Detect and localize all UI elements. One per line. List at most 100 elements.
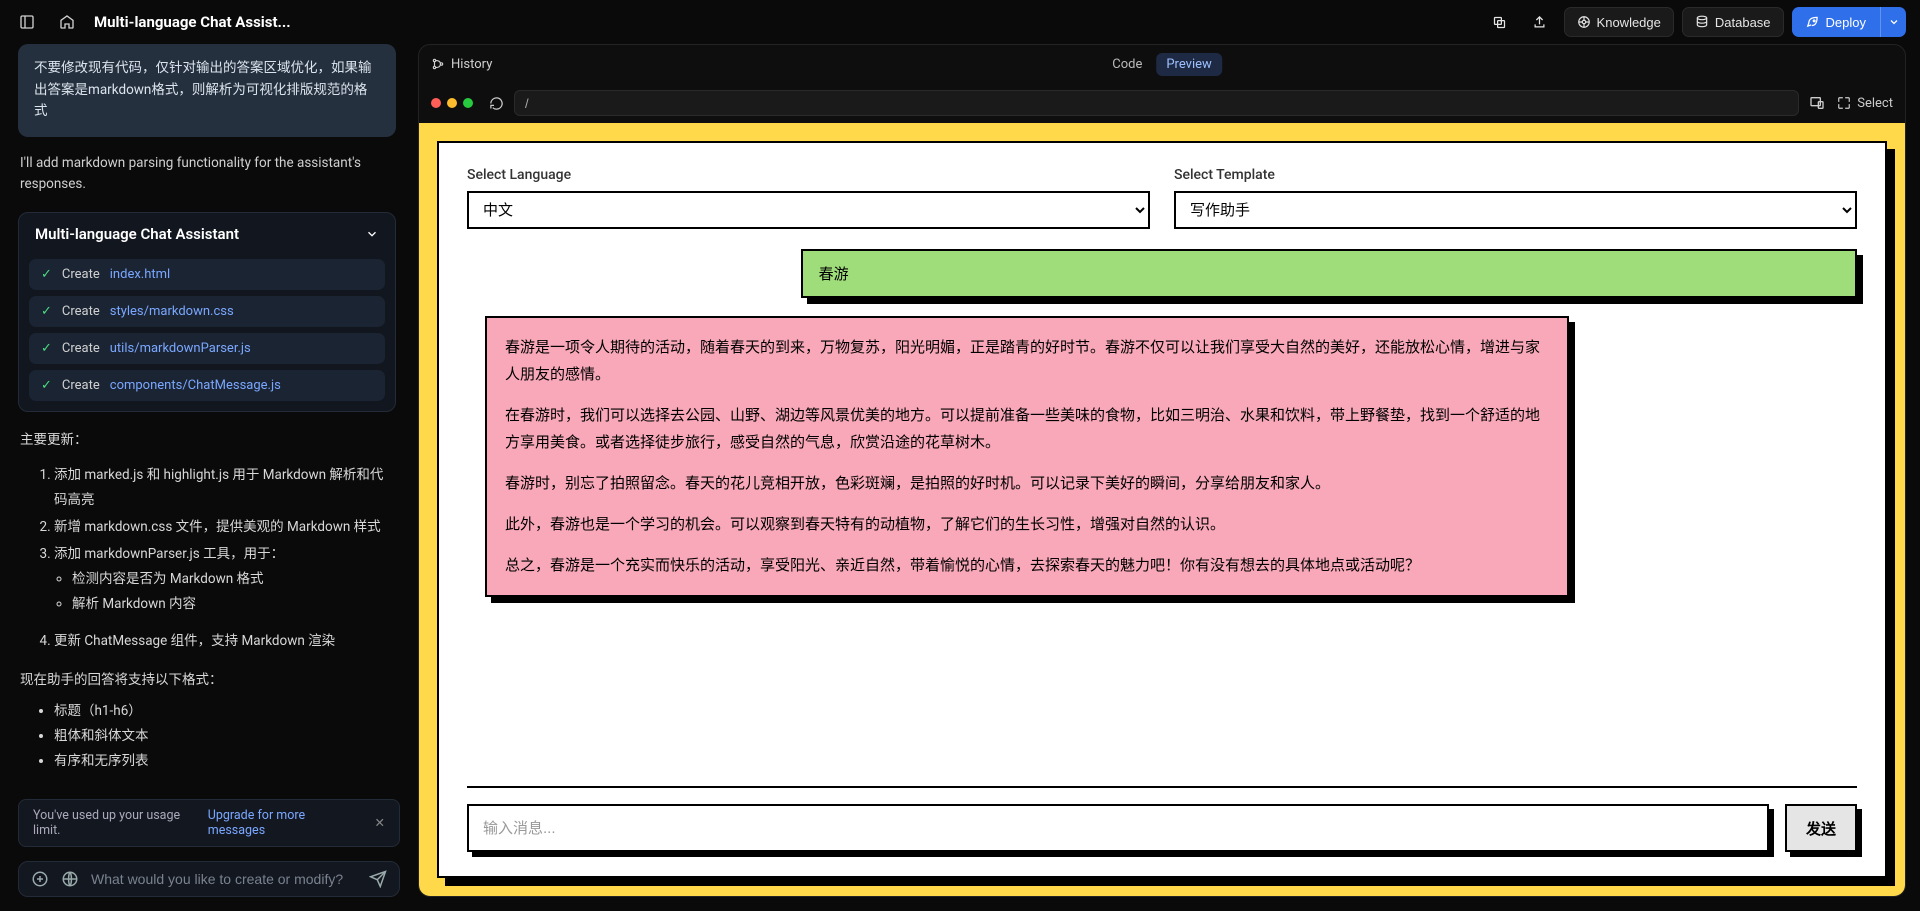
browser-chrome: Select: [419, 83, 1905, 123]
usage-text: You've used up your usage limit.: [33, 808, 208, 838]
page-title: Multi-language Chat Assist...: [94, 13, 291, 31]
language-selector: Select Language 中文: [467, 167, 1150, 229]
list-item: 添加 markdownParser.js 工具，用于： 检测内容是否为 Mark…: [54, 542, 394, 617]
list-item: 标题（h1-h6）: [54, 699, 394, 724]
history-button[interactable]: History: [431, 57, 492, 72]
dot-yellow-icon: [447, 98, 457, 108]
select-button[interactable]: Select: [1837, 96, 1893, 111]
deploy-label: Deploy: [1826, 15, 1866, 30]
deploy-chevron-icon[interactable]: [1880, 7, 1906, 37]
tab-preview[interactable]: Preview: [1156, 53, 1221, 76]
header-left: Multi-language Chat Assist...: [14, 9, 291, 35]
template-label: Select Template: [1174, 167, 1857, 183]
tab-code[interactable]: Code: [1102, 53, 1152, 76]
now-supports: 现在助手的回答将支持以下格式：: [20, 668, 394, 693]
prompt-input[interactable]: [91, 871, 357, 887]
template-select[interactable]: 写作助手: [1174, 191, 1857, 229]
history-label: History: [451, 57, 492, 72]
check-icon: ✓: [41, 267, 52, 282]
check-icon: ✓: [41, 341, 52, 356]
list-item: 解析 Markdown 内容: [72, 592, 394, 617]
tool-action: Create: [62, 341, 100, 356]
usage-banner: You've used up your usage limit. Upgrade…: [18, 799, 400, 847]
deploy-group: Deploy: [1792, 7, 1906, 37]
formats-list: 标题（h1-h6） 粗体和斜体文本 有序和无序列表: [20, 699, 394, 774]
responsive-icon[interactable]: [1809, 95, 1825, 111]
send-button[interactable]: 发送: [1785, 804, 1857, 852]
tool-panel-header[interactable]: Multi-language Chat Assistant: [19, 213, 395, 255]
chrome-right: Select: [1809, 95, 1893, 111]
tool-action: Create: [62, 304, 100, 319]
preview-pane: History Code Preview: [418, 44, 1920, 911]
view-tabs: Code Preview: [1102, 53, 1222, 76]
tool-file: index.html: [110, 267, 170, 282]
deploy-button[interactable]: Deploy: [1792, 7, 1880, 37]
updates-list-cont: 更新 ChatMessage 组件，支持 Markdown 渲染: [20, 629, 394, 654]
database-label: Database: [1715, 15, 1771, 30]
language-select[interactable]: 中文: [467, 191, 1150, 229]
list-item: 检测内容是否为 Markdown 格式: [72, 567, 394, 592]
selectors-row: Select Language 中文 Select Template 写作助手: [467, 167, 1857, 229]
globe-icon[interactable]: [61, 870, 79, 888]
chat-assistant-message: 春游是一项令人期待的活动，随着春天的到来，万物复苏，阳光明媚，正是踏青的好时节。…: [485, 316, 1569, 597]
app-card: Select Language 中文 Select Template 写作助手: [437, 141, 1887, 878]
updates-sublist: 检测内容是否为 Markdown 格式 解析 Markdown 内容: [54, 567, 394, 617]
list-item: 添加 marked.js 和 highlight.js 用于 Markdown …: [54, 463, 394, 513]
reload-icon[interactable]: [489, 96, 504, 111]
tool-file: components/ChatMessage.js: [110, 378, 281, 393]
list-item: 有序和无序列表: [54, 749, 394, 774]
tool-panel-title: Multi-language Chat Assistant: [35, 225, 239, 243]
list-item-text: 添加 markdownParser.js 工具，用于：: [54, 546, 284, 562]
window-dots: [431, 98, 473, 108]
dot-red-icon: [431, 98, 441, 108]
close-icon[interactable]: ✕: [369, 815, 391, 831]
plus-circle-icon[interactable]: [31, 870, 49, 888]
tool-file: styles/markdown.css: [110, 304, 234, 319]
assistant-para: 在春游时，我们可以选择去公园、山野、湖边等风景优美的地方。可以提前准备一些美味的…: [505, 402, 1549, 456]
list-item: 新增 markdown.css 文件，提供美观的 Markdown 样式: [54, 515, 394, 540]
share-icon[interactable]: [1524, 7, 1556, 37]
assistant-para: 总之，春游是一个充实而快乐的活动，享受阳光、亲近自然，带着愉悦的心情，去探索春天…: [505, 552, 1549, 579]
tool-action: Create: [62, 378, 100, 393]
list-item: 更新 ChatMessage 组件，支持 Markdown 渲染: [54, 629, 394, 654]
copy-icon[interactable]: [1484, 7, 1516, 37]
home-icon[interactable]: [54, 9, 80, 35]
tool-item[interactable]: ✓ Create utils/markdownParser.js: [29, 333, 385, 364]
messages-area: 春游 春游是一项令人期待的活动，随着春天的到来，万物复苏，阳光明媚，正是踏青的好…: [467, 249, 1857, 766]
dot-green-icon: [463, 98, 473, 108]
tool-items: ✓ Create index.html ✓ Create styles/mark…: [19, 255, 395, 411]
list-item: 粗体和斜体文本: [54, 724, 394, 749]
template-selector: Select Template 写作助手: [1174, 167, 1857, 229]
chat-scroll[interactable]: 不要修改现有代码，仅针对输出的答案区域优化，如果输出答案是markdown格式，…: [18, 44, 400, 785]
upgrade-link[interactable]: Upgrade for more messages: [208, 808, 363, 838]
url-input[interactable]: [514, 90, 1799, 116]
chat-sidebar: 不要修改现有代码，仅针对输出的答案区域优化，如果输出答案是markdown格式，…: [0, 44, 418, 911]
chat-user-message: 春游: [801, 249, 1857, 298]
user-message: 不要修改现有代码，仅针对输出的答案区域优化，如果输出答案是markdown格式，…: [18, 44, 396, 137]
app-header: Multi-language Chat Assist... Knowledge …: [0, 0, 1920, 44]
database-button[interactable]: Database: [1682, 7, 1784, 37]
tool-item[interactable]: ✓ Create index.html: [29, 259, 385, 290]
send-icon[interactable]: [369, 870, 387, 888]
preview-frame: History Code Preview: [418, 44, 1906, 897]
assistant-intro: I'll add markdown parsing functionality …: [18, 153, 396, 196]
header-right: Knowledge Database Deploy: [1484, 7, 1906, 37]
assistant-para: 春游时，别忘了拍照留念。春天的花儿竞相开放，色彩斑斓，是拍照的好时机。可以记录下…: [505, 470, 1549, 497]
select-label: Select: [1857, 96, 1893, 111]
sidebar-toggle-icon[interactable]: [14, 9, 40, 35]
prompt-bar: [18, 861, 400, 897]
updates-body: 主要更新： 添加 marked.js 和 highlight.js 用于 Mar…: [18, 428, 396, 774]
knowledge-button[interactable]: Knowledge: [1564, 7, 1674, 37]
tool-item[interactable]: ✓ Create styles/markdown.css: [29, 296, 385, 327]
updates-list: 添加 marked.js 和 highlight.js 用于 Markdown …: [20, 463, 394, 617]
check-icon: ✓: [41, 378, 52, 393]
tool-item[interactable]: ✓ Create components/ChatMessage.js: [29, 370, 385, 401]
check-icon: ✓: [41, 304, 52, 319]
knowledge-label: Knowledge: [1597, 15, 1661, 30]
divider: [467, 786, 1857, 788]
assistant-para: 春游是一项令人期待的活动，随着春天的到来，万物复苏，阳光明媚，正是踏青的好时节。…: [505, 334, 1549, 388]
app-viewport[interactable]: Select Language 中文 Select Template 写作助手: [419, 123, 1905, 896]
main-layout: 不要修改现有代码，仅针对输出的答案区域优化，如果输出答案是markdown格式，…: [0, 44, 1920, 911]
updates-heading: 主要更新：: [20, 428, 394, 453]
chat-input[interactable]: [467, 804, 1769, 852]
